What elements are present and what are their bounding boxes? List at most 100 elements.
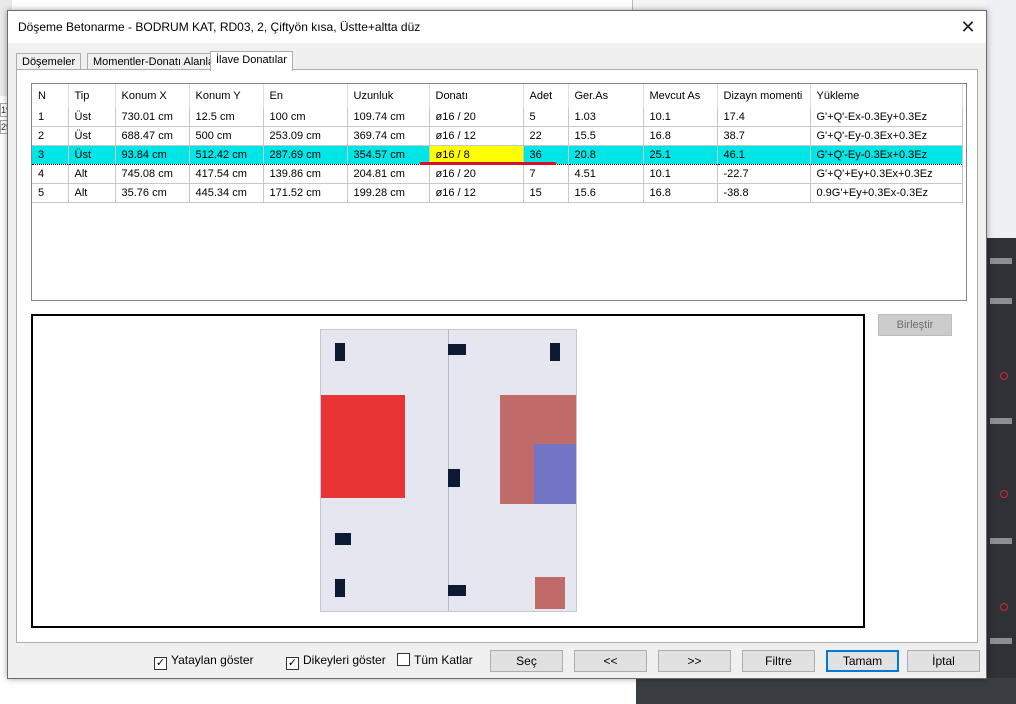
table-cell: 253.09 cm [263, 126, 348, 146]
table-cell: 4 [32, 164, 69, 184]
table-cell: -38.8 [717, 183, 811, 203]
table-cell: Alt [68, 164, 116, 184]
table-cell: Üst [68, 126, 116, 146]
filter-button[interactable]: Filtre [742, 650, 815, 672]
column-header-existing-as[interactable]: Mevcut As [643, 84, 718, 108]
column-header-count[interactable]: Adet [523, 84, 569, 108]
table-cell: 22 [523, 126, 569, 146]
table-cell: 3 [32, 145, 69, 165]
tab-additional-rebars[interactable]: İlave Donatılar [210, 51, 293, 71]
table-cell: G'+Q'-Ex-0.3Ey+0.3Ez [810, 108, 963, 127]
table-cell: 10.1 [643, 164, 718, 184]
rebar-marker [448, 469, 460, 487]
table-cell: Üst [68, 108, 116, 127]
additional-rebar-table[interactable]: N Tip Konum X Konum Y En Uzunluk Donatı … [31, 83, 967, 301]
table-cell: 199.28 cm [347, 183, 430, 203]
table-cell: 25.1 [643, 145, 718, 165]
column-header-type[interactable]: Tip [68, 84, 116, 108]
table-cell: 93.84 cm [115, 145, 190, 165]
slab-preview-canvas[interactable] [31, 314, 865, 628]
table-cell: 15 [523, 183, 569, 203]
table: N Tip Konum X Konum Y En Uzunluk Donatı … [32, 84, 963, 203]
table-row[interactable]: 5 Alt 35.76 cm 445.34 cm 171.52 cm 199.2… [32, 183, 963, 203]
table-cell: 100 cm [263, 108, 348, 127]
table-cell: 2 [32, 126, 69, 146]
table-cell: 12.5 cm [189, 108, 264, 127]
rebar-marker [335, 579, 345, 597]
table-cell: Üst [68, 145, 116, 165]
select-button[interactable]: Seç [490, 650, 563, 672]
table-cell: 15.5 [568, 126, 644, 146]
table-cell: 369.74 cm [347, 126, 430, 146]
table-cell: 38.7 [717, 126, 811, 146]
rebar-zone-rose-small[interactable] [535, 577, 565, 609]
table-cell: ø16 / 12 [429, 183, 524, 203]
dialog-titlebar: Döşeme Betonarme - BODRUM KAT, RD03, 2, … [8, 11, 986, 43]
table-cell: 354.57 cm [347, 145, 430, 165]
column-header-rebar[interactable]: Donatı [429, 84, 524, 108]
rebar-marker [448, 585, 466, 596]
cancel-button[interactable]: İptal [907, 650, 980, 672]
table-cell: 10.1 [643, 108, 718, 127]
table-cell: 5 [523, 108, 569, 127]
column-header-length[interactable]: Uzunluk [347, 84, 430, 108]
background-window-edge [632, 0, 1016, 10]
tab-moments-rebar-areas[interactable]: Momentler-Donatı Alanları [87, 53, 227, 70]
show-vertical-checkbox[interactable]: ✓ Dikeyleri göster [286, 653, 386, 670]
close-icon[interactable]: ✕ [956, 15, 980, 39]
table-cell: G'+Q'-Ey-0.3Ex+0.3Ez [810, 145, 963, 165]
rebar-zone-red[interactable] [321, 395, 405, 498]
table-cell: 35.76 cm [115, 183, 190, 203]
rebar-marker [448, 344, 466, 355]
table-cell: 204.81 cm [347, 164, 430, 184]
rebar-marker [335, 343, 345, 361]
column-header-position-y[interactable]: Konum Y [189, 84, 264, 108]
table-cell: 1.03 [568, 108, 644, 127]
checkbox-check-icon[interactable]: ✓ [154, 657, 167, 670]
table-cell: Alt [68, 183, 116, 203]
table-cell: G'+Q'+Ey+0.3Ex+0.3Ez [810, 164, 963, 184]
table-row[interactable]: 4 Alt 745.08 cm 417.54 cm 139.86 cm 204.… [32, 164, 963, 184]
table-row[interactable]: 1 Üst 730.01 cm 12.5 cm 100 cm 109.74 cm… [32, 108, 963, 127]
checkbox-empty-icon[interactable] [397, 653, 410, 666]
previous-button[interactable]: << [574, 650, 647, 672]
column-header-width[interactable]: En [263, 84, 348, 108]
column-header-n[interactable]: N [32, 84, 69, 108]
tab-slabs[interactable]: Döşemeler [16, 53, 82, 70]
table-row[interactable]: 2 Üst 688.47 cm 500 cm 253.09 cm 369.74 … [32, 126, 963, 146]
column-header-design-moment[interactable]: Dizayn momenti [717, 84, 811, 108]
table-cell: 5 [32, 183, 69, 203]
table-cell: 171.52 cm [263, 183, 348, 203]
next-button[interactable]: >> [658, 650, 731, 672]
merge-button[interactable]: Birleştir [878, 314, 952, 336]
slab-reinforcement-dialog: Döşeme Betonarme - BODRUM KAT, RD03, 2, … [7, 10, 987, 679]
table-cell: 46.1 [717, 145, 811, 165]
table-cell: 4.51 [568, 164, 644, 184]
table-cell: 287.69 cm [263, 145, 348, 165]
column-header-position-x[interactable]: Konum X [115, 84, 190, 108]
table-cell: 7 [523, 164, 569, 184]
table-cell: 17.4 [717, 108, 811, 127]
table-cell: 500 cm [189, 126, 264, 146]
rebar-zone-blue[interactable] [534, 444, 576, 504]
table-header-row: N Tip Konum X Konum Y En Uzunluk Donatı … [32, 84, 963, 108]
table-cell: 16.8 [643, 126, 718, 146]
red-underline-annotation [420, 162, 556, 165]
table-cell: ø16 / 20 [429, 108, 524, 127]
table-cell: G'+Q'-Ey-0.3Ex+0.3Ez [810, 126, 963, 146]
ok-button[interactable]: Tamam [826, 650, 899, 672]
table-cell: 745.08 cm [115, 164, 190, 184]
table-cell: 0.9G'+Ey+0.3Ex-0.3Ez [810, 183, 963, 203]
table-cell: 730.01 cm [115, 108, 190, 127]
checkbox-label: Tüm Katlar [414, 653, 473, 667]
checkbox-label: Yataylan göster [171, 653, 254, 667]
checkbox-check-icon[interactable]: ✓ [286, 657, 299, 670]
table-cell: ø16 / 20 [429, 164, 524, 184]
rebar-marker [550, 343, 560, 361]
all-floors-checkbox[interactable]: Tüm Katlar [397, 653, 473, 669]
column-header-required-as[interactable]: Ger.As [568, 84, 644, 108]
show-horizontal-checkbox[interactable]: ✓ Yataylan göster [154, 653, 254, 670]
table-cell: 1 [32, 108, 69, 127]
column-header-load-combination[interactable]: Yükleme [810, 84, 963, 108]
checkbox-label: Dikeyleri göster [303, 653, 386, 667]
